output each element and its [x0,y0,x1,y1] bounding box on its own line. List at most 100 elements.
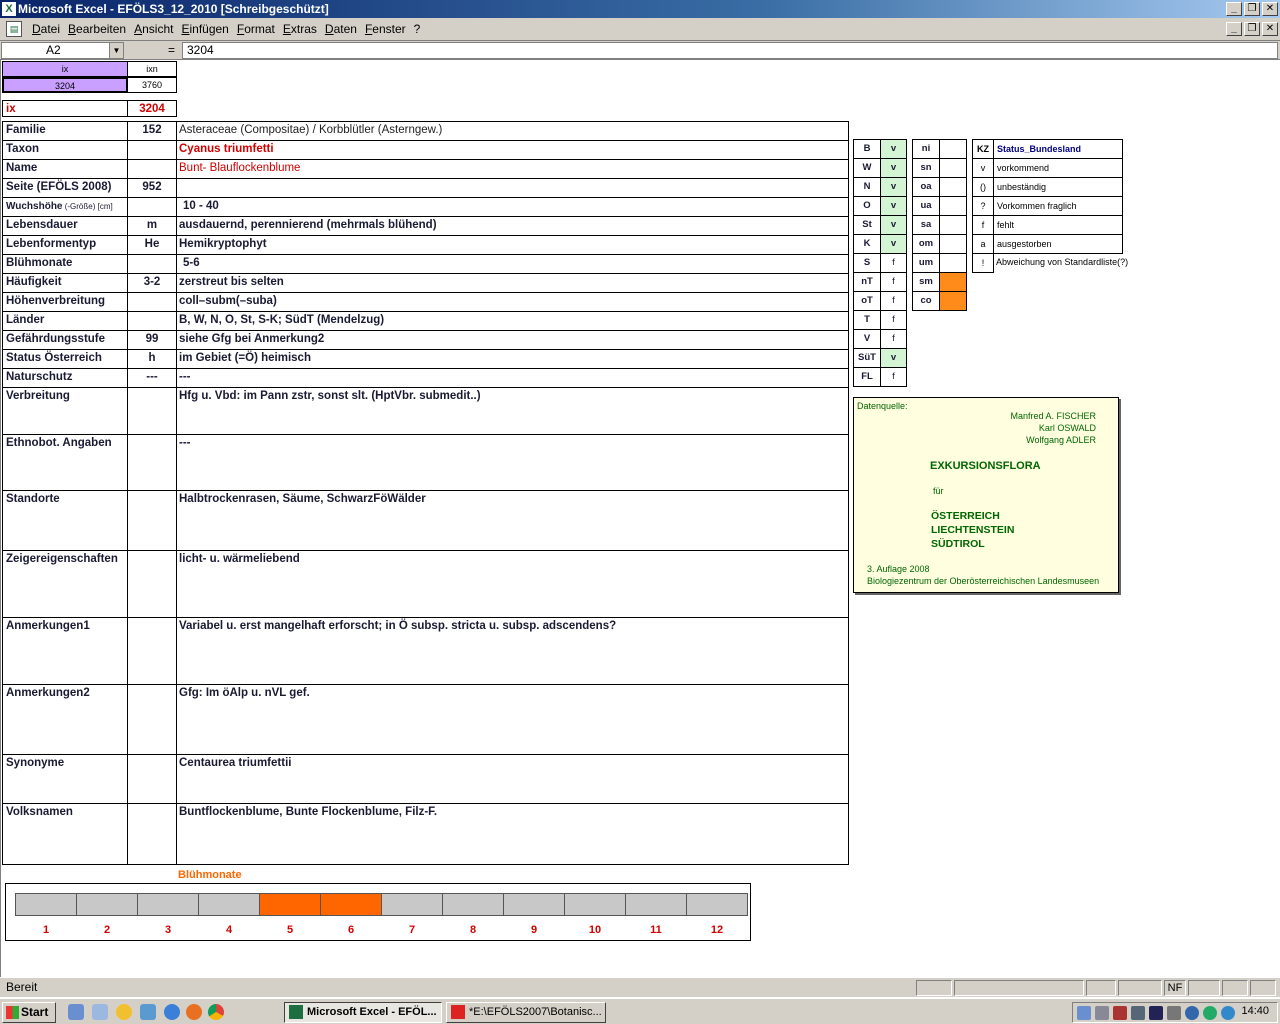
row-value[interactable]: ausdauernd, perennierend (mehrmals blühe… [176,216,849,236]
row-label[interactable]: Wuchshöhe (-Größe) [cm] [2,197,128,217]
row-value[interactable]: Asteraceae (Compositae) / Korbblütler (A… [176,121,849,141]
altitude-value[interactable] [939,177,967,197]
internet-explorer-icon[interactable] [164,1004,180,1020]
row-label[interactable]: Seite (EFÖLS 2008) [2,178,128,198]
altitude-code[interactable]: ni [912,139,940,159]
state-value[interactable]: v [880,196,907,216]
altitude-value[interactable] [939,234,967,254]
ix-row-label[interactable]: ix [2,100,128,117]
row-label[interactable]: Anmerkungen1 [2,617,128,685]
menu-bearbeiten[interactable]: Bearbeiten [64,22,130,36]
restore-button[interactable]: ❐ [1244,2,1260,16]
state-code[interactable]: nT [853,272,881,292]
row-value[interactable]: Hfg u. Vbd: im Pann zstr, sonst slt. (Hp… [176,387,849,435]
minimize-button[interactable]: _ [1226,2,1242,16]
row-value[interactable]: siehe Gfg bei Anmerkung2 [176,330,849,350]
altitude-code[interactable]: co [912,291,940,311]
row-label[interactable]: Anmerkungen2 [2,684,128,755]
row-value[interactable]: Variabel u. erst mangelhaft erforscht; i… [176,617,849,685]
tray-network-icon[interactable] [1077,1006,1091,1020]
document-icon[interactable]: ▤ [6,21,22,37]
state-value[interactable]: f [880,310,907,330]
tray-search-icon[interactable] [1095,1006,1109,1020]
altitude-value[interactable] [939,291,967,311]
state-value[interactable]: f [880,291,907,311]
row-label[interactable]: Verbreitung [2,387,128,435]
altitude-value[interactable] [939,215,967,235]
row-label[interactable]: Länder [2,311,128,331]
menu-help[interactable]: ? [410,22,425,36]
start-button[interactable]: Start [2,1002,56,1023]
task-excel[interactable]: Microsoft Excel - EFÖL... [284,1002,442,1023]
state-value[interactable]: v [880,348,907,368]
media-player-icon[interactable] [116,1004,132,1020]
state-value[interactable]: f [880,272,907,292]
worksheet[interactable]: ix ixn 3204 3760 ix 3204 Datenquelle: Ma… [0,60,1280,977]
menu-einfuegen[interactable]: Einfügen [177,22,232,36]
row-value[interactable]: zerstreut bis selten [176,273,849,293]
chevron-down-icon[interactable]: ▼ [109,43,123,58]
state-code[interactable]: T [853,310,881,330]
row-value[interactable]: coll–subm(–suba) [176,292,849,312]
altitude-value[interactable] [939,272,967,292]
state-code[interactable]: FL [853,367,881,387]
tray-security-icon[interactable] [1131,1006,1145,1020]
state-code[interactable]: V [853,329,881,349]
state-code[interactable]: oT [853,291,881,311]
altitude-value[interactable] [939,196,967,216]
state-code[interactable]: N [853,177,881,197]
row-mid-value[interactable] [127,434,177,491]
state-value[interactable]: f [880,253,907,273]
row-label[interactable]: Familie [2,121,128,141]
row-label[interactable]: Status Österreich [2,349,128,369]
row-label[interactable]: Naturschutz [2,368,128,388]
state-code[interactable]: SüT [853,348,881,368]
state-value[interactable]: v [880,215,907,235]
row-label[interactable]: Blühmonate [2,254,128,274]
ixn-value-cell[interactable]: 3760 [127,77,177,93]
row-value[interactable]: 5-6 [176,254,849,274]
altitude-code[interactable]: ua [912,196,940,216]
state-value[interactable]: f [880,367,907,387]
doc-minimize-button[interactable]: _ [1226,22,1242,36]
row-mid-value[interactable]: --- [127,368,177,388]
ixn-header[interactable]: ixn [127,61,177,77]
row-label[interactable]: Volksnamen [2,803,128,865]
altitude-code[interactable]: om [912,234,940,254]
row-label[interactable]: Taxon [2,140,128,160]
row-mid-value[interactable] [127,254,177,274]
row-mid-value[interactable] [127,387,177,435]
quicklaunch-icon[interactable] [140,1004,156,1020]
name-box[interactable]: A2 ▼ [1,42,124,59]
state-code[interactable]: B [853,139,881,159]
altitude-value[interactable] [939,158,967,178]
row-mid-value[interactable]: 952 [127,178,177,198]
tray-bluetooth-icon[interactable] [1185,1006,1199,1020]
row-label[interactable]: Zeigereigenschaften [2,550,128,618]
altitude-code[interactable]: oa [912,177,940,197]
state-code[interactable]: K [853,234,881,254]
menu-format[interactable]: Format [233,22,279,36]
state-value[interactable]: v [880,158,907,178]
altitude-code[interactable]: um [912,253,940,273]
ix-header[interactable]: ix [2,61,128,77]
row-label[interactable]: Lebensdauer [2,216,128,236]
row-label[interactable]: Standorte [2,490,128,551]
formula-input[interactable]: 3204 [182,42,1278,59]
row-value[interactable]: Buntflockenblume, Bunte Flockenblume, Fi… [176,803,849,865]
row-mid-value[interactable] [127,197,177,217]
tray-update-icon[interactable] [1203,1006,1217,1020]
row-mid-value[interactable] [127,684,177,755]
row-value[interactable]: Bunt- Blauflockenblume [176,159,849,179]
row-label[interactable]: Häufigkeit [2,273,128,293]
doc-restore-button[interactable]: ❐ [1244,22,1260,36]
row-mid-value[interactable] [127,140,177,160]
row-value[interactable]: --- [176,434,849,491]
altitude-code[interactable]: sn [912,158,940,178]
tray-nf-icon[interactable] [1167,1006,1181,1020]
row-value[interactable]: Gfg: Im öAlp u. nVL gef. [176,684,849,755]
tray-info-icon[interactable] [1221,1006,1235,1020]
row-value[interactable]: im Gebiet (=Ö) heimisch [176,349,849,369]
menu-ansicht[interactable]: Ansicht [130,22,177,36]
altitude-code[interactable]: sm [912,272,940,292]
